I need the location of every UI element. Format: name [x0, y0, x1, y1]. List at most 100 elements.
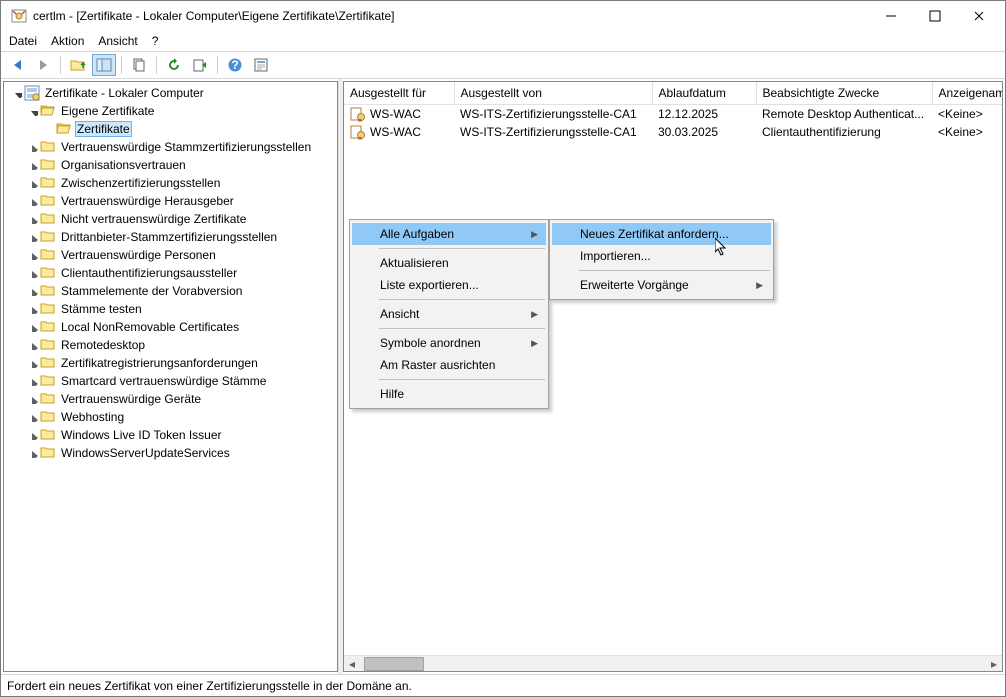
col-issued-to[interactable]: Ausgestellt für	[344, 82, 454, 104]
tree-item[interactable]: Stämme testen	[4, 300, 337, 318]
minimize-button[interactable]	[869, 2, 913, 30]
tree-root[interactable]: Zertifikate - Lokaler Computer	[4, 84, 337, 102]
menu-divider	[379, 299, 545, 300]
tree-item[interactable]: Vertrauenswürdige Geräte	[4, 390, 337, 408]
expand-icon[interactable]	[26, 158, 40, 172]
tree-item[interactable]: Zwischenzertifizierungsstellen	[4, 174, 337, 192]
tree-item-label: Vertrauenswürdige Personen	[59, 248, 218, 262]
expand-icon[interactable]	[26, 338, 40, 352]
expand-icon[interactable]	[26, 140, 40, 154]
expand-icon[interactable]	[26, 194, 40, 208]
submenu-arrow-icon: ▶	[531, 229, 538, 240]
tree-item[interactable]: Remotedesktop	[4, 336, 337, 354]
expand-icon[interactable]	[26, 374, 40, 388]
expand-icon[interactable]	[26, 446, 40, 460]
folder-icon	[40, 157, 56, 173]
folder-icon	[40, 391, 56, 407]
horizontal-scrollbar[interactable]: ◂ ▸	[344, 655, 1002, 671]
menu-help[interactable]: ?	[152, 34, 159, 48]
expand-icon[interactable]	[26, 212, 40, 226]
expand-icon[interactable]	[26, 266, 40, 280]
cell-expiry: 30.03.2025	[652, 123, 756, 141]
tree-root-label: Zertifikate - Lokaler Computer	[43, 86, 206, 100]
list-pane: Ausgestellt für Ausgestellt von Ablaufda…	[343, 81, 1003, 672]
maximize-button[interactable]	[913, 2, 957, 30]
col-issued-by[interactable]: Ausgestellt von	[454, 82, 652, 104]
menu-file[interactable]: Datei	[9, 34, 37, 48]
submenu-arrow-icon: ▶	[531, 338, 538, 349]
tree-item[interactable]: Vertrauenswürdige Herausgeber	[4, 192, 337, 210]
scroll-left-icon[interactable]: ◂	[344, 656, 360, 672]
expand-icon[interactable]	[26, 248, 40, 262]
back-button[interactable]	[5, 54, 29, 76]
spacer	[42, 122, 56, 136]
context-submenu: Neues Zertifikat anfordern... Importiere…	[549, 219, 774, 300]
ctx-align[interactable]: Am Raster ausrichten	[352, 354, 546, 376]
forward-button[interactable]	[31, 54, 55, 76]
copy-button[interactable]	[127, 54, 151, 76]
expand-icon[interactable]	[26, 230, 40, 244]
ctx-request-cert[interactable]: Neues Zertifikat anfordern...	[552, 223, 771, 245]
menu-divider	[379, 328, 545, 329]
ctx-import[interactable]: Importieren...	[552, 245, 771, 267]
ctx-arrange[interactable]: Symbole anordnen ▶	[352, 332, 546, 354]
col-display-name[interactable]: Anzeigename	[932, 82, 1002, 104]
show-tree-button[interactable]	[92, 54, 116, 76]
tree-item[interactable]: Smartcard vertrauenswürdige Stämme	[4, 372, 337, 390]
tree-item[interactable]: Local NonRemovable Certificates	[4, 318, 337, 336]
cell-display-name: <Keine>	[932, 123, 1002, 141]
up-button[interactable]	[66, 54, 90, 76]
expand-icon[interactable]	[26, 302, 40, 316]
tree-item[interactable]: Stammelemente der Vorabversion	[4, 282, 337, 300]
cell-issued-to: WS-WAC	[344, 123, 454, 141]
ctx-align-label: Am Raster ausrichten	[380, 358, 495, 372]
tree-own-certs[interactable]: Eigene Zertifikate	[4, 102, 337, 120]
expand-icon[interactable]	[26, 428, 40, 442]
collapse-icon[interactable]	[26, 104, 40, 118]
tree-pane[interactable]: Zertifikate - Lokaler Computer Eigene Ze…	[3, 81, 338, 672]
collapse-icon[interactable]	[10, 86, 24, 100]
export-list-button[interactable]	[188, 54, 212, 76]
menu-view[interactable]: Ansicht	[98, 34, 137, 48]
tree-item[interactable]: Vertrauenswürdige Personen	[4, 246, 337, 264]
tree-item[interactable]: WindowsServerUpdateServices	[4, 444, 337, 462]
ctx-advanced[interactable]: Erweiterte Vorgänge ▶	[552, 274, 771, 296]
properties-button[interactable]	[249, 54, 273, 76]
expand-icon[interactable]	[26, 284, 40, 298]
tree-item[interactable]: Drittanbieter-Stammzertifizierungsstelle…	[4, 228, 337, 246]
cell-display-name: <Keine>	[932, 104, 1002, 123]
expand-icon[interactable]	[26, 410, 40, 424]
table-row[interactable]: WS-WACWS-ITS-Zertifizierungsstelle-CA130…	[344, 123, 1002, 141]
tree-item[interactable]: Zertifikatregistrierungsanforderungen	[4, 354, 337, 372]
tree-item[interactable]: Webhosting	[4, 408, 337, 426]
tree-item[interactable]: Clientauthentifizierungsaussteller	[4, 264, 337, 282]
tree-item[interactable]: Windows Live ID Token Issuer	[4, 426, 337, 444]
col-expiry[interactable]: Ablaufdatum	[652, 82, 756, 104]
tree-item[interactable]: Nicht vertrauenswürdige Zertifikate	[4, 210, 337, 228]
expand-icon[interactable]	[26, 176, 40, 190]
ctx-all-tasks[interactable]: Alle Aufgaben ▶	[352, 223, 546, 245]
menu-action[interactable]: Aktion	[51, 34, 84, 48]
tree-item-label: Vertrauenswürdige Stammzertifizierungsst…	[59, 140, 313, 154]
tree-certs[interactable]: Zertifikate	[4, 120, 337, 138]
scroll-right-icon[interactable]: ▸	[986, 656, 1002, 672]
ctx-view[interactable]: Ansicht ▶	[352, 303, 546, 325]
tree-item[interactable]: Organisationsvertrauen	[4, 156, 337, 174]
expand-icon[interactable]	[26, 320, 40, 334]
main-area: Zertifikate - Lokaler Computer Eigene Ze…	[1, 79, 1005, 674]
tree-item[interactable]: Vertrauenswürdige Stammzertifizierungsst…	[4, 138, 337, 156]
ctx-export-list[interactable]: Liste exportieren...	[352, 274, 546, 296]
expand-icon[interactable]	[26, 356, 40, 370]
table-row[interactable]: WS-WACWS-ITS-Zertifizierungsstelle-CA112…	[344, 104, 1002, 123]
ctx-refresh[interactable]: Aktualisieren	[352, 252, 546, 274]
tree-item-label: Stammelemente der Vorabversion	[59, 284, 244, 298]
close-button[interactable]	[957, 2, 1001, 30]
menu-divider	[579, 270, 770, 271]
help-button[interactable]	[223, 54, 247, 76]
expand-icon[interactable]	[26, 392, 40, 406]
refresh-button[interactable]	[162, 54, 186, 76]
ctx-help[interactable]: Hilfe	[352, 383, 546, 405]
folder-icon	[40, 373, 56, 389]
scroll-thumb[interactable]	[364, 657, 424, 671]
col-purpose[interactable]: Beabsichtigte Zwecke	[756, 82, 932, 104]
